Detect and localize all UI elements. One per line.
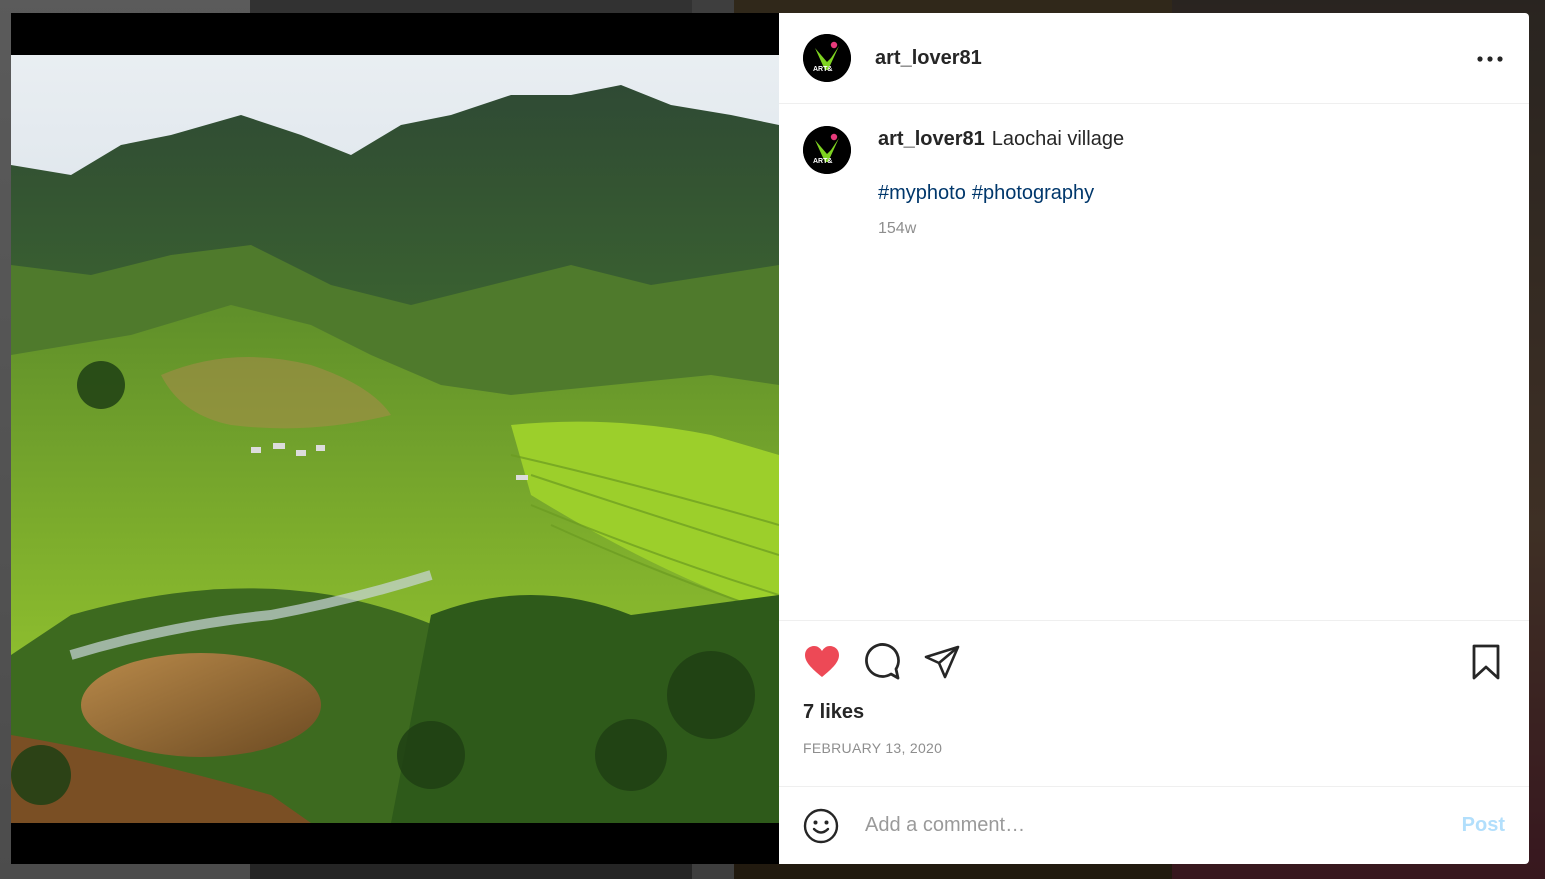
post-date: FEBRUARY 13, 2020 xyxy=(803,740,943,756)
post-comment-button[interactable]: Post xyxy=(1462,814,1505,837)
svg-text:ART&: ART& xyxy=(813,158,832,165)
caption-body: art_lover81 Laochai village #myphoto #phot… xyxy=(878,126,1124,598)
more-horizontal-icon xyxy=(1477,56,1503,62)
action-bar xyxy=(803,621,1505,699)
post-header: ART& art_lover81 xyxy=(779,13,1529,104)
art-logo-icon: ART& xyxy=(803,126,851,174)
likes-count[interactable]: 7 likes xyxy=(803,701,1505,724)
caption-avatar[interactable]: ART& xyxy=(803,126,851,174)
comment-input[interactable] xyxy=(863,813,1462,838)
header-username[interactable]: art_lover81 xyxy=(875,47,982,70)
post-media xyxy=(11,13,779,864)
smiley-icon xyxy=(803,808,839,843)
svg-text:ART&: ART& xyxy=(813,66,832,73)
bookmark-icon xyxy=(1472,644,1500,680)
post-modal: ART& art_lover81 ART& art_lover81 Laocha… xyxy=(11,13,1529,864)
heart-icon xyxy=(805,646,839,677)
caption-timestamp[interactable]: 154w xyxy=(878,220,1124,238)
hashtag-link[interactable]: #photography xyxy=(972,182,1094,204)
more-options-button[interactable] xyxy=(1475,47,1505,71)
caption-username[interactable]: art_lover81 xyxy=(878,128,985,150)
caption-section: ART& art_lover81 Laochai village #myphoto… xyxy=(779,104,1529,620)
hashtags: #myphoto #photography xyxy=(878,180,1124,206)
comment-icon xyxy=(865,643,900,680)
save-button[interactable] xyxy=(1467,643,1505,681)
caption-line: art_lover81 Laochai village xyxy=(878,126,1124,152)
paper-plane-icon xyxy=(924,645,960,679)
share-button[interactable] xyxy=(923,643,961,681)
comment-composer: Post xyxy=(779,786,1529,864)
avatar[interactable]: ART& xyxy=(803,34,851,82)
post-details-panel: ART& art_lover81 ART& art_lover81 Laocha… xyxy=(779,13,1529,864)
post-photo[interactable] xyxy=(11,55,779,823)
art-logo-icon: ART& xyxy=(803,34,851,82)
hashtag-link[interactable]: #myphoto xyxy=(878,182,966,204)
actions-section: 7 likes FEBRUARY 13, 2020 xyxy=(779,620,1529,786)
emoji-button[interactable] xyxy=(803,808,839,844)
landscape-photo xyxy=(11,55,779,823)
caption-text: Laochai village xyxy=(991,128,1125,150)
comment-button[interactable] xyxy=(863,643,901,681)
like-button[interactable] xyxy=(803,643,841,681)
